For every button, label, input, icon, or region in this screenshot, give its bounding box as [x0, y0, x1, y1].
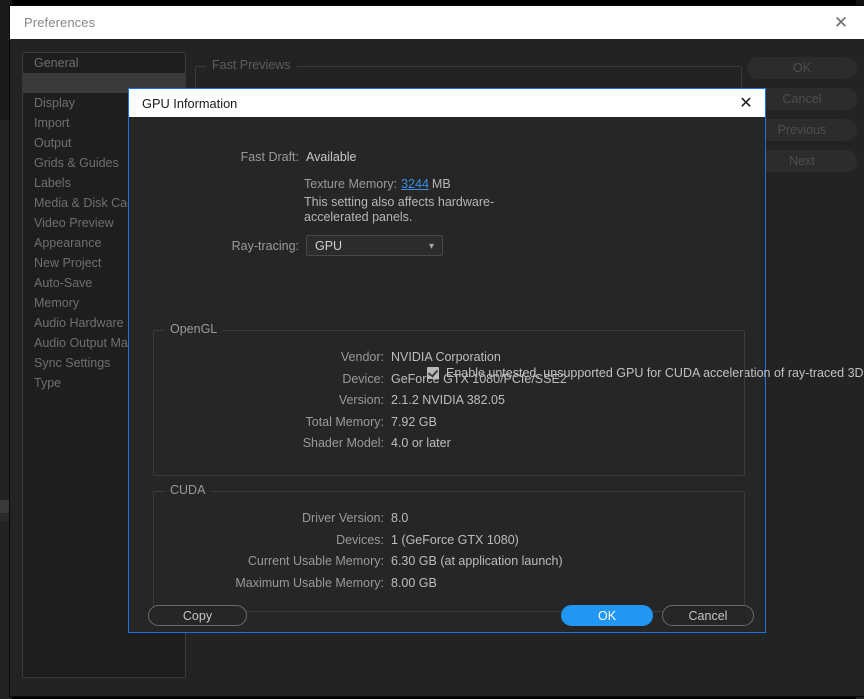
cuda-row: Maximum Usable Memory: 8.00 GB [154, 575, 437, 591]
preferences-titlebar: Preferences ✕ [10, 6, 864, 40]
opengl-row: Version: 2.1.2 NVIDIA 382.05 [154, 392, 505, 408]
opengl-row-label: Vendor: [340, 350, 384, 364]
sidebar-item-label: Type [34, 376, 62, 390]
cuda-row-label: Current Usable Memory: [247, 554, 384, 568]
opengl-row-value: NVIDIA Corporation [391, 350, 501, 364]
opengl-group: Vendor: NVIDIA Corporation Device: GeForce … [153, 330, 745, 476]
texture-memory-unit: MB [431, 177, 451, 191]
opengl-row-label: Shader Model: [302, 436, 384, 450]
opengl-row-label: Device: [342, 371, 384, 386]
texture-memory-note: This setting also affects hardware-accel… [304, 195, 495, 224]
sidebar-item-label: New Project [34, 256, 102, 270]
sidebar-item-label: Output [34, 136, 72, 150]
opengl-row-value: GeForce GTX 1080/PCIe/SSE2 [391, 371, 567, 386]
cuda-row-label: Driver Version: [302, 511, 384, 525]
texture-memory-label: Texture Memory: [304, 177, 398, 191]
opengl-row-value: 4.0 or later [391, 436, 451, 450]
sidebar-item-label: Video Preview [34, 216, 114, 230]
cuda-row: Current Usable Memory: 6.30 GB (at applic… [154, 553, 563, 569]
sidebar-item-label: Labels [34, 176, 71, 190]
cuda-row-value: 1 (GeForce GTX 1080) [391, 532, 519, 547]
fast-draft-row: Fast Draft: Available [151, 149, 357, 165]
cuda-group: Driver Version: 8.0 Devices: 1 (GeForce GTX… [153, 491, 745, 612]
cuda-row-label: Devices: [336, 532, 384, 547]
sidebar-item-label: Display [34, 96, 75, 110]
sidebar-item-label: General [34, 56, 79, 70]
sidebar-item-label: Sync Settings [34, 356, 111, 370]
opengl-row-label: Total Memory: [305, 414, 385, 429]
gpu-dialog-titlebar: GPU Information ✕ [129, 89, 765, 117]
ray-tracing-label: Ray-tracing: [231, 238, 299, 253]
fast-previews-group-label: Fast Previews [206, 58, 297, 72]
sidebar-item-label: Auto-Save [34, 276, 93, 290]
opengl-row: Vendor: NVIDIA Corporation [154, 349, 501, 365]
opengl-row: Total Memory: 7.92 GB [154, 414, 437, 430]
screen-root: Preferences ✕ General Display Import Output… [0, 0, 864, 699]
fast-draft-value: Available [306, 150, 357, 164]
opengl-row: Device: GeForce GTX 1080/PCIe/SSE2 [154, 371, 567, 387]
gpu-dialog-content: Fast Draft: Available Texture Memory: 324… [129, 117, 864, 632]
sidebar-item-general[interactable]: General [23, 53, 185, 73]
cuda-row: Driver Version: 8.0 [154, 510, 408, 526]
close-icon[interactable]: ✕ [828, 12, 854, 34]
texture-memory-block: Texture Memory: 3244 MB This setting also … [304, 176, 554, 225]
fast-draft-label: Fast Draft: [240, 150, 299, 164]
opengl-row-label: Version: [338, 393, 384, 407]
opengl-group-label: OpenGL [164, 322, 224, 336]
preferences-window-title: Preferences [24, 15, 96, 30]
sidebar-item-label: Appearance [34, 236, 102, 250]
chevron-down-icon: ▾ [428, 241, 434, 252]
sidebar-item-label: Memory [34, 296, 80, 310]
ray-tracing-select[interactable]: GPU ▾ [306, 235, 443, 256]
sidebar-item-label: Audio Hardware [34, 316, 124, 330]
texture-memory-row: Texture Memory: 3244 MB [304, 176, 554, 192]
texture-memory-value[interactable]: 3244 [397, 177, 429, 191]
gpu-dialog-title: GPU Information [142, 96, 238, 111]
opengl-row-value: 7.92 GB [391, 414, 437, 429]
cuda-row-value: 8.00 GB [391, 575, 437, 590]
copy-button[interactable]: Copy [148, 605, 247, 626]
sidebar-item-label: Grids & Guides [34, 156, 119, 170]
preferences-ok-button[interactable]: OK [747, 57, 857, 79]
ray-tracing-row: Ray-tracing: GPU ▾ [151, 235, 443, 256]
opengl-row: Shader Model: 4.0 or later [154, 435, 451, 451]
cuda-row-value: 6.30 GB (at application launch) [391, 554, 563, 568]
ok-button[interactable]: OK [561, 605, 653, 626]
sidebar-item-label: Import [34, 116, 70, 130]
gpu-dialog-footer: Copy OK Cancel [129, 600, 765, 632]
cuda-row-value: 8.0 [391, 511, 409, 525]
opengl-row-value: 2.1.2 NVIDIA 382.05 [391, 393, 505, 407]
cancel-button[interactable]: Cancel [662, 605, 754, 626]
cuda-row-label: Maximum Usable Memory: [235, 575, 384, 590]
close-icon[interactable]: ✕ [735, 93, 757, 114]
cuda-group-label: CUDA [164, 483, 212, 497]
ray-tracing-selected-value: GPU [315, 239, 343, 253]
gpu-information-dialog: GPU Information ✕ Fast Draft: Available … [128, 88, 864, 633]
cuda-row: Devices: 1 (GeForce GTX 1080) [154, 532, 519, 548]
